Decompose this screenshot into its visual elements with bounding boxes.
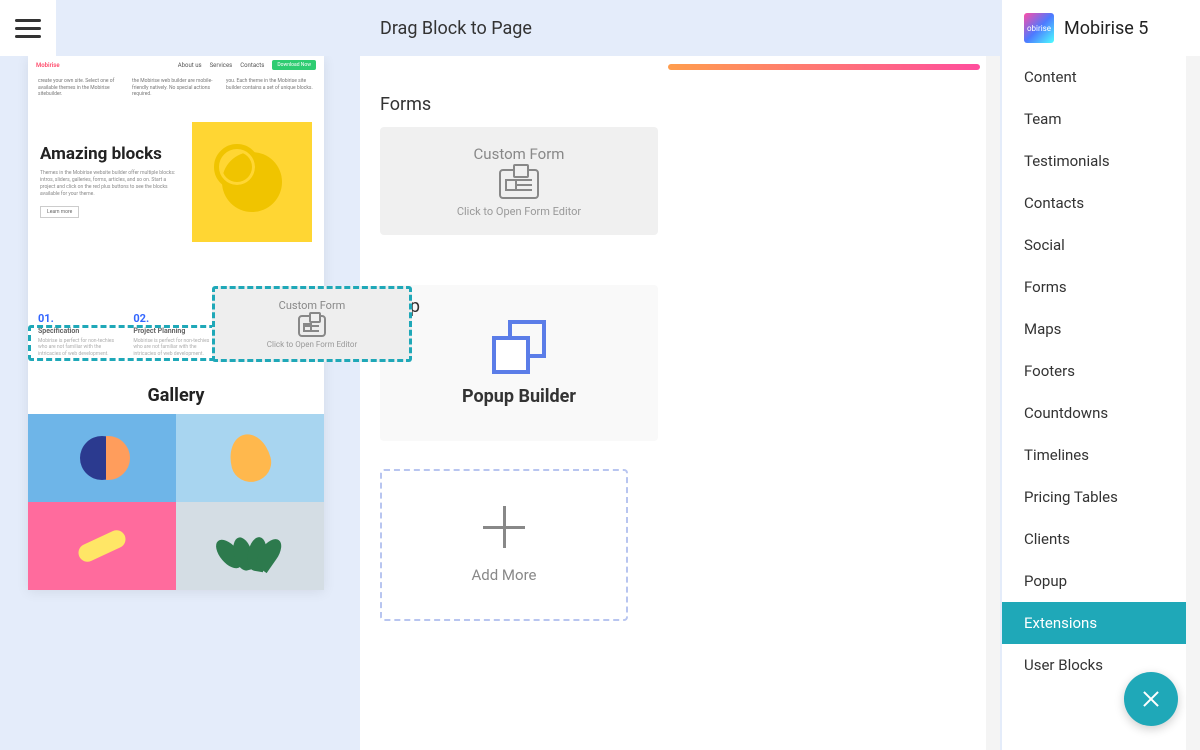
plus-icon: [483, 506, 525, 548]
brand-text: Mobirise 5: [1064, 18, 1148, 39]
category-countdowns[interactable]: Countdowns: [1002, 392, 1200, 434]
category-footers[interactable]: Footers: [1002, 350, 1200, 392]
menu-button[interactable]: [0, 0, 56, 56]
center-scrollbar[interactable]: [986, 56, 1000, 750]
hero-image: [192, 122, 312, 242]
preview-columns: create your own site. Select one of avai…: [28, 74, 324, 108]
category-contacts[interactable]: Contacts: [1002, 182, 1200, 224]
page-preview-panel: Mobirise About us Services Contacts Down…: [0, 56, 360, 750]
category-timelines[interactable]: Timelines: [1002, 434, 1200, 476]
brand-area: obirise Mobirise 5: [1002, 0, 1200, 56]
brand-icon: obirise: [1024, 13, 1054, 43]
category-testimonials[interactable]: Testimonials: [1002, 140, 1200, 182]
custom-form-block[interactable]: Custom Form Click to Open Form Editor: [380, 127, 658, 235]
categories-panel[interactable]: ContentTeamTestimonialsContactsSocialFor…: [1002, 56, 1200, 750]
dragging-block-ghost[interactable]: Custom Form Click to Open Form Editor: [212, 286, 412, 362]
preview-nav: Mobirise About us Services Contacts Down…: [28, 56, 324, 74]
category-team[interactable]: Team: [1002, 98, 1200, 140]
category-maps[interactable]: Maps: [1002, 308, 1200, 350]
close-button[interactable]: [1124, 672, 1178, 726]
right-scrollbar[interactable]: [1186, 56, 1200, 750]
category-popup[interactable]: Popup: [1002, 560, 1200, 602]
category-pricing-tables[interactable]: Pricing Tables: [1002, 476, 1200, 518]
form-icon: [499, 169, 539, 199]
category-content[interactable]: Content: [1002, 56, 1200, 98]
category-extensions[interactable]: Extensions: [1002, 602, 1200, 644]
popup-icon: [492, 320, 546, 374]
preview-hero: Amazing blocks Themes in the Mobirise we…: [28, 108, 324, 256]
add-more-button[interactable]: Add More: [380, 469, 628, 621]
category-social[interactable]: Social: [1002, 224, 1200, 266]
popup-builder-block[interactable]: Popup Builder: [380, 285, 658, 441]
preview-gallery: Gallery: [28, 373, 324, 590]
blocks-panel[interactable]: Forms Custom Form Click to Open Form Edi…: [360, 56, 1000, 750]
category-clients[interactable]: Clients: [1002, 518, 1200, 560]
form-icon: [298, 315, 326, 337]
category-forms[interactable]: Forms: [1002, 266, 1200, 308]
forms-section-label: Forms: [360, 70, 1000, 127]
